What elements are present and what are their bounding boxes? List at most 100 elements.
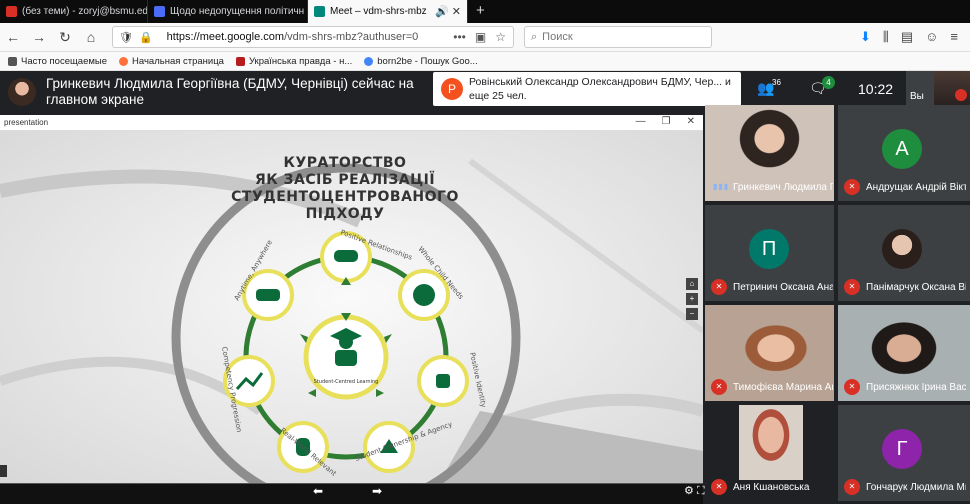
bookmark-google[interactable]: born2be - Пошук Goo... [364,56,478,67]
sidebar-icon[interactable]: ▤ [901,29,913,45]
tab-strip: (без теми) - zoryj@bsmu.edu. ✕ Щодо недо… [0,0,970,23]
bookmark-frequent[interactable]: Часто посещаемые [8,56,107,67]
library-icon[interactable]: ⫼ [883,29,889,45]
participant-name: Гончарук Людмила Михайлівна [866,482,966,493]
participant-name: Андрущак Андрій Вікторович [866,182,966,193]
presenter-avatar [8,78,36,106]
zoom-in-button[interactable]: + [686,293,698,305]
window-controls: — ❐ ✕ [636,116,695,127]
url-text: https://meet.google.com/vdm-shrs-mbz?aut… [166,31,419,43]
download-icon[interactable]: ⬇ [860,29,871,45]
next-slide-icon[interactable]: ➡ [372,484,382,498]
settings-icon[interactable]: ⚙ ⛶ [684,484,705,498]
bookmark-start[interactable]: Начальная страница [119,56,224,67]
zoom-out-button[interactable]: − [686,308,698,320]
participant-name: Петринич Оксана Анатоліївна [733,282,833,293]
self-label: Вы [910,91,924,102]
screen: (без теми) - zoryj@bsmu.edu. ✕ Щодо недо… [0,0,970,504]
participant-tile[interactable]: ✕ Тимофієва Марина Анатоліївна [705,305,834,401]
mic-off-icon: ✕ [844,479,860,495]
chat-badge: 4 [822,76,835,89]
close-icon[interactable]: ✕ [687,116,695,127]
participant-tile[interactable]: А ✕ Андрущак Андрій Вікторович [838,105,970,201]
zoom-home-button[interactable]: ⌂ [686,278,698,290]
search-icon: ⌕ [531,30,538,43]
presentation-titlebar: presentation — ❐ ✕ [0,115,703,131]
url-actions: ••• ▣ ☆ [453,30,513,44]
url-bar[interactable]: 🛡 🔒 https://meet.google.com/vdm-shrs-mbz… [112,26,514,48]
title-line: КУРАТОРСТВО [283,155,407,171]
mic-off-icon: ✕ [711,379,727,395]
self-view[interactable]: Вы [906,71,970,105]
maximize-icon[interactable]: ❐ [662,116,671,127]
tab-label: Щодо недопущення політичн [170,6,305,17]
bookmark-pravda[interactable]: Українська правда - н... [235,56,352,67]
home-icon[interactable]: ⌂ [78,29,104,45]
document-icon [154,6,165,17]
participant-tile[interactable]: ✕ Аня Кшановська [705,405,834,501]
gmail-icon [6,6,17,17]
notification-text: Ровінський Олександр Олександрович БДМУ,… [469,76,731,102]
star-icon[interactable]: ☆ [495,30,506,44]
firefox-icon [119,56,129,66]
forward-icon[interactable]: → [26,29,52,45]
tab-gmail[interactable]: (без теми) - zoryj@bsmu.edu. ✕ [0,0,148,23]
handshake-icon [334,250,358,262]
presenter-status: Гринкевич Людмила Георгіївна (БДМУ, Черн… [46,76,414,107]
self-video [934,71,970,105]
minimize-icon[interactable]: — [636,116,646,127]
mic-off-icon [955,89,967,101]
participant-video [739,405,803,480]
pravda-icon [235,56,245,66]
title-line: ПІДХОДУ [305,206,385,222]
more-icon[interactable]: ••• [453,30,466,44]
chat-button[interactable]: 🗨 4 [809,76,837,102]
participant-avatar: П [749,229,789,269]
tab-document[interactable]: Щодо недопущення політичн ✕ [148,0,308,23]
participant-tile[interactable]: П ✕ Петринич Оксана Анатоліївна [705,205,834,301]
center-label: Student-Centred Learning [314,379,379,385]
gear-icon [8,56,17,66]
close-icon[interactable]: 🔊 ✕ [429,5,461,18]
puzzle-icon [413,284,435,306]
participant-tile[interactable]: ✕ Панімарчук Оксана Віталіївна [838,205,970,301]
participant-avatar: Г [882,429,922,469]
google-icon [364,56,374,66]
participant-avatar: А [882,129,922,169]
participant-name: Тимофієва Марина Анатоліївна [733,382,833,393]
participant-name: Гринкевич Людмила Георгіївна [733,182,833,193]
clock: 10:22 [858,81,894,97]
new-tab-button[interactable]: + [468,0,493,23]
prev-slide-icon[interactable]: ⬅ [313,484,323,498]
back-icon[interactable]: ← [0,29,26,45]
tab-meet[interactable]: Meet – vdm-shrs-mbz 🔊 ✕ [308,0,468,23]
meet-icon [314,6,325,17]
pocket-icon[interactable]: ▣ [475,30,486,44]
presentation-label: presentation [4,118,49,127]
participant-tile[interactable]: ✕ Присяжнюк Ірина Василівна [838,305,970,401]
speaking-icon: ▮▮▮ [713,182,730,191]
money-hand-icon [256,289,280,301]
mic-off-icon: ✕ [844,279,860,295]
participant-photo [882,229,922,269]
participant-tile[interactable]: ▮▮▮ Гринкевич Людмила Георгіївна [705,105,834,201]
participant-tile[interactable]: Г ✕ Гончарук Людмила Михайлівна [838,405,970,501]
menu-icon[interactable]: ≡ [950,29,958,45]
hands-icon [436,374,450,388]
search-input[interactable]: ⌕ Поиск [524,26,712,48]
participant-name: Присяжнюк Ірина Василівна [866,382,966,393]
participant-name: Панімарчук Оксана Віталіївна [866,282,966,293]
mic-off-icon: ✕ [711,279,727,295]
account-icon[interactable]: ☺ [925,29,938,45]
scroll-handle[interactable] [0,465,7,477]
mic-off-icon: ✕ [844,379,860,395]
presentation-window[interactable]: presentation — ❐ ✕ Positive Relationship… [0,115,703,504]
title-line: ЯК ЗАСІБ РЕАЛІЗАЦІЇ [254,172,436,188]
title-line: СТУДЕНТОЦЕНТРОВАНОГО [231,189,459,205]
participants-notification[interactable]: Р Ровінський Олександр Олександрович БДМ… [433,72,741,106]
toolbar-icons: ⬇ ⫼ ▤ ☺ ≡ [860,29,970,45]
lock-icon: 🔒 [138,31,153,44]
participant-name: Аня Кшановська [733,482,810,493]
people-button[interactable]: 👥 36 [757,78,787,100]
reload-icon[interactable]: ↻ [52,29,78,46]
